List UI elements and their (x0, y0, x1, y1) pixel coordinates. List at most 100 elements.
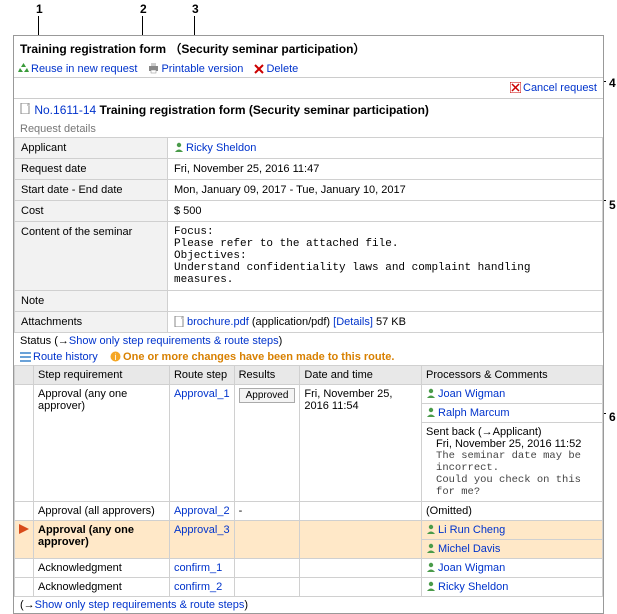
attachment-size: 57 KB (376, 316, 406, 328)
result-cell: Approved (234, 385, 300, 502)
right-action-bar: Cancel request (14, 78, 603, 99)
detail-cell: Fri, November 25, 2016 11:47 (168, 159, 603, 180)
processor-cell: Sent back (→Applicant)Fri, November 25, … (422, 423, 603, 502)
route-step-cell: confirm_1 (169, 559, 234, 578)
processor-cell: Ralph Marcum (422, 404, 603, 423)
step-req: Acknowledgment (34, 559, 170, 578)
detail-cell: Focus: Please refer to the attached file… (168, 222, 603, 291)
route-step-cell: confirm_2 (169, 578, 234, 597)
datetime-cell (300, 578, 422, 597)
step-req: Approval (any one approver) (34, 521, 170, 559)
user-icon (426, 407, 436, 417)
cancel-request-button[interactable]: Cancel request (510, 82, 597, 94)
arrow-cell (15, 502, 34, 521)
arrow-cell (15, 385, 34, 502)
route-step-cell: Approval_3 (169, 521, 234, 559)
col-route: Route step (169, 366, 234, 385)
result-cell: - (234, 502, 300, 521)
route-step-link[interactable]: Approval_1 (174, 388, 230, 400)
document-icon (20, 103, 31, 114)
col-results: Results (234, 366, 300, 385)
route-row: Acknowledgment confirm_2 Ricky Sheldon (15, 578, 603, 597)
processor-cell: Ricky Sheldon (422, 578, 603, 597)
svg-text:i: i (115, 352, 117, 362)
printer-icon (148, 63, 159, 74)
detail-label: Start date - End date (15, 180, 168, 201)
doc-title-row: No.1611-14 Training registration form (S… (14, 99, 603, 121)
user-icon (426, 581, 436, 591)
result-button[interactable]: Approved (239, 388, 296, 403)
detail-row: Content of the seminarFocus: Please refe… (15, 222, 603, 291)
detail-pre: Focus: Please refer to the attached file… (174, 226, 596, 286)
printable-label: Printable version (161, 63, 243, 75)
processor-user-link[interactable]: Ralph Marcum (438, 407, 510, 419)
col-processors: Processors & Comments (422, 366, 603, 385)
arrow-cell (15, 521, 34, 559)
attachment-link[interactable]: brochure.pdf (187, 316, 249, 328)
detail-row: Request dateFri, November 25, 2016 11:47 (15, 159, 603, 180)
attachment-details-link[interactable]: [Details] (333, 316, 373, 328)
result-cell (234, 521, 300, 559)
detail-label: Cost (15, 201, 168, 222)
processor-user-link[interactable]: Michel Davis (438, 543, 500, 555)
route-step-link[interactable]: confirm_2 (174, 581, 222, 593)
processor-cell: Joan Wigman (422, 559, 603, 578)
processor-text: (Omitted) (426, 505, 472, 517)
arrow-cell (15, 559, 34, 578)
user-icon (174, 142, 184, 152)
sent-back-time: Fri, November 25, 2016 11:52 (426, 438, 581, 450)
detail-row: Cost$ 500 (15, 201, 603, 222)
datetime-cell (300, 559, 422, 578)
step-req: Acknowledgment (34, 578, 170, 597)
request-number-link[interactable]: No.1611-14 (34, 103, 96, 117)
route-step-cell: Approval_1 (169, 385, 234, 502)
delete-label: Delete (266, 63, 298, 75)
route-step-link[interactable]: Approval_3 (174, 524, 230, 536)
step-req: Approval (all approvers) (34, 502, 170, 521)
detail-label: Content of the seminar (15, 222, 168, 291)
detail-row: ApplicantRicky Sheldon (15, 138, 603, 159)
request-panel: Training registration form （Security sem… (13, 35, 604, 614)
user-icon (426, 524, 436, 534)
detail-value: Mon, January 09, 2017 - Tue, January 10,… (174, 184, 406, 196)
detail-row: Attachmentsbrochure.pdf (application/pdf… (15, 312, 603, 333)
arrow-cell (15, 578, 34, 597)
detail-cell: brochure.pdf (application/pdf) [Details]… (168, 312, 603, 333)
detail-cell (168, 291, 603, 312)
detail-value: Fri, November 25, 2016 11:47 (174, 163, 319, 175)
applicant-link[interactable]: Ricky Sheldon (186, 142, 256, 154)
status-notice-row: Route history i One or more changes have … (14, 349, 603, 365)
processor-cell: (Omitted) (422, 502, 603, 521)
processor-user-link[interactable]: Joan Wigman (438, 388, 505, 400)
status-footer: (→Show only step requirements & route st… (14, 597, 603, 613)
request-number: 1611-14 (53, 103, 96, 117)
route-step-cell: Approval_2 (169, 502, 234, 521)
delete-button[interactable]: Delete (254, 63, 298, 75)
reuse-button[interactable]: Reuse in new request (18, 63, 140, 75)
toggle-steps-top[interactable]: Show only step requirements & route step… (69, 335, 279, 347)
status-header: Status (→Show only step requirements & r… (14, 333, 603, 349)
callout-4: 4 (607, 76, 617, 90)
processor-cell: Michel Davis (422, 540, 603, 559)
callout-5: 5 (607, 198, 617, 212)
processor-cell: Li Run Cheng (422, 521, 603, 540)
detail-cell: $ 500 (168, 201, 603, 222)
list-icon (20, 351, 31, 362)
processor-user-link[interactable]: Joan Wigman (438, 562, 505, 574)
attachment-meta: (application/pdf) (252, 316, 330, 328)
printable-button[interactable]: Printable version (148, 63, 246, 75)
route-history-link[interactable]: Route history (33, 351, 98, 363)
route-table: Step requirement Route step Results Date… (14, 365, 603, 597)
route-change-message: One or more changes have been made to th… (123, 351, 394, 363)
datetime-cell (300, 521, 422, 559)
route-step-link[interactable]: Approval_2 (174, 505, 230, 517)
toggle-steps-bottom[interactable]: Show only step requirements & route step… (35, 599, 245, 611)
route-step-link[interactable]: confirm_1 (174, 562, 222, 574)
processor-user-link[interactable]: Ricky Sheldon (438, 581, 508, 593)
route-row: Acknowledgment confirm_1 Joan Wigman (15, 559, 603, 578)
step-req: Approval (any one approver) (34, 385, 170, 502)
processor-user-link[interactable]: Li Run Cheng (438, 524, 505, 536)
datetime-cell: Fri, November 25, 2016 11:54 (300, 385, 422, 502)
detail-row: Start date - End date Mon, January 09, 20… (15, 180, 603, 201)
detail-row: Note (15, 291, 603, 312)
